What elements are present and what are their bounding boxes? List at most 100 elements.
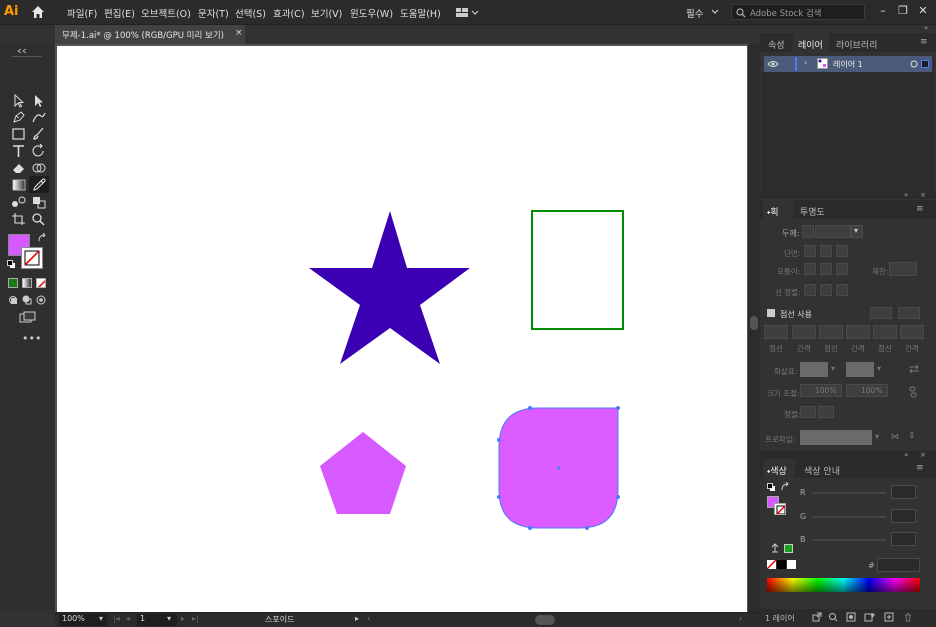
- close-stroke-icon[interactable]: ×: [920, 191, 926, 199]
- out-of-gamut-icon[interactable]: [770, 543, 780, 553]
- screen-mode-icon[interactable]: [19, 311, 37, 324]
- close-window-button[interactable]: ✕: [913, 2, 933, 20]
- panel-menu-icon[interactable]: ≡: [920, 37, 928, 47]
- collapse-stroke-icon[interactable]: »: [904, 191, 908, 199]
- pen-tool-icon[interactable]: [11, 110, 27, 124]
- vertical-scroll-thumb[interactable]: [750, 316, 758, 330]
- horizontal-scroll-thumb[interactable]: [535, 615, 555, 625]
- pentagon-shape[interactable]: [320, 432, 406, 514]
- swap-arrowheads-icon[interactable]: [908, 364, 920, 374]
- close-color-icon[interactable]: ×: [920, 451, 926, 459]
- align-center-button[interactable]: [804, 284, 816, 296]
- default-colors-icon[interactable]: [767, 483, 776, 492]
- tab-transparency[interactable]: 투명도: [800, 205, 825, 218]
- close-tab-button[interactable]: ×: [235, 28, 243, 38]
- dash-align-button[interactable]: [898, 307, 920, 319]
- end-arrowhead-select[interactable]: [846, 362, 874, 377]
- in-gamut-swatch[interactable]: [784, 544, 793, 553]
- type-tool-icon[interactable]: [11, 144, 27, 158]
- black-swatch[interactable]: [777, 560, 786, 569]
- bevel-join-button[interactable]: [836, 263, 848, 275]
- draw-normal-icon[interactable]: [8, 295, 18, 305]
- eyedropper-tool-active[interactable]: [29, 176, 49, 193]
- width-profile-select[interactable]: [800, 430, 872, 445]
- dash-preserve-button[interactable]: [870, 307, 892, 319]
- menu-help[interactable]: 도움말(H): [400, 6, 441, 20]
- draw-behind-icon[interactable]: [22, 295, 32, 305]
- link-scale-icon[interactable]: [908, 386, 918, 398]
- stroke-color-swatch[interactable]: [21, 247, 43, 269]
- stroke-panel-menu-icon[interactable]: ≡: [916, 204, 924, 214]
- menu-edit[interactable]: 편집(E): [104, 6, 135, 20]
- green-input[interactable]: [891, 509, 916, 523]
- arrow-place-button[interactable]: [818, 406, 834, 418]
- zoom-tool-icon[interactable]: [31, 212, 47, 226]
- dash-3-input[interactable]: [873, 325, 897, 339]
- round-cap-button[interactable]: [820, 245, 832, 257]
- eye-icon[interactable]: [767, 60, 779, 68]
- delete-layer-icon[interactable]: [903, 612, 913, 622]
- collapse-toolbar-icon[interactable]: [17, 48, 39, 54]
- start-arrowhead-dropdown[interactable]: ▾: [831, 364, 835, 373]
- tab-properties[interactable]: 속성: [768, 38, 785, 51]
- tab-stroke[interactable]: ⬩획: [767, 205, 779, 218]
- collapse-color-icon[interactable]: »: [904, 451, 908, 459]
- green-outline-rectangle[interactable]: [531, 210, 624, 330]
- start-scale-input[interactable]: 100%: [800, 384, 842, 397]
- gap-2-input[interactable]: [846, 325, 870, 339]
- selection-tool-icon[interactable]: [11, 94, 27, 108]
- red-slider[interactable]: [812, 492, 886, 494]
- vertical-scrollbar[interactable]: [748, 44, 760, 612]
- gradient-tool-icon[interactable]: [11, 178, 27, 192]
- tab-color[interactable]: ⬩색상: [767, 464, 787, 477]
- direct-selection-tool-icon[interactable]: [31, 94, 47, 108]
- menu-object[interactable]: 오브젝트(O): [141, 6, 191, 20]
- projecting-cap-button[interactable]: [836, 245, 848, 257]
- limit-input[interactable]: [889, 262, 917, 276]
- rectangle-tool-icon[interactable]: [11, 127, 27, 141]
- export-icon[interactable]: [812, 612, 822, 622]
- next-artboard-icon[interactable]: ▸: [181, 614, 185, 623]
- document-tab[interactable]: 무제-1.ai* @ 100% (RGB/GPU 미리 보기) ×: [55, 25, 245, 44]
- first-artboard-icon[interactable]: |◂: [113, 614, 120, 623]
- paintbrush-tool-icon[interactable]: [31, 127, 47, 141]
- none-mode-button[interactable]: [36, 278, 46, 288]
- star-shape[interactable]: [309, 211, 470, 364]
- arrange-documents-icon[interactable]: [455, 6, 479, 19]
- end-scale-input[interactable]: 100%: [846, 384, 888, 397]
- weight-stepper[interactable]: [802, 225, 814, 238]
- white-swatch[interactable]: [787, 560, 796, 569]
- layer-row[interactable]: › 레이어 1: [764, 56, 932, 72]
- menu-type[interactable]: 문자(T): [198, 6, 229, 20]
- prev-artboard-icon[interactable]: ◂: [126, 614, 130, 623]
- artboard-tool-icon[interactable]: [11, 212, 27, 226]
- new-sublayer-icon[interactable]: [864, 612, 876, 622]
- layer-selection-indicator[interactable]: [921, 60, 929, 68]
- clipping-mask-icon[interactable]: [846, 612, 856, 622]
- dash-2-input[interactable]: [819, 325, 843, 339]
- weight-input[interactable]: [815, 225, 851, 238]
- gap-3-input[interactable]: [900, 325, 924, 339]
- blend-tool-icon[interactable]: [11, 195, 27, 209]
- draw-inside-icon[interactable]: [36, 295, 46, 305]
- status-menu-icon[interactable]: ▸: [355, 614, 359, 623]
- artboard[interactable]: [57, 46, 747, 612]
- tab-libraries[interactable]: 라이브러리: [836, 38, 877, 51]
- align-inside-button[interactable]: [820, 284, 832, 296]
- restore-button[interactable]: ❐: [893, 2, 913, 20]
- dash-1-input[interactable]: [764, 325, 788, 339]
- flip-horizontal-icon[interactable]: ⋈: [891, 432, 899, 441]
- adobe-stock-search[interactable]: Adobe Stock 검색: [731, 4, 865, 20]
- green-slider[interactable]: [812, 516, 886, 518]
- color-stroke-swatch[interactable]: [774, 503, 786, 515]
- weight-dropdown[interactable]: ▾: [851, 225, 863, 238]
- blue-input[interactable]: [891, 532, 916, 546]
- start-arrowhead-select[interactable]: [800, 362, 828, 377]
- color-spectrum[interactable]: [767, 578, 920, 592]
- menu-window[interactable]: 윈도우(W): [350, 6, 393, 20]
- swap-colors-icon[interactable]: [780, 482, 790, 492]
- zoom-dropdown-icon[interactable]: ▾: [99, 614, 103, 623]
- scroll-left-icon[interactable]: ‹: [367, 614, 370, 623]
- live-paint-tool-icon[interactable]: [31, 195, 47, 209]
- color-mode-button[interactable]: [8, 278, 18, 288]
